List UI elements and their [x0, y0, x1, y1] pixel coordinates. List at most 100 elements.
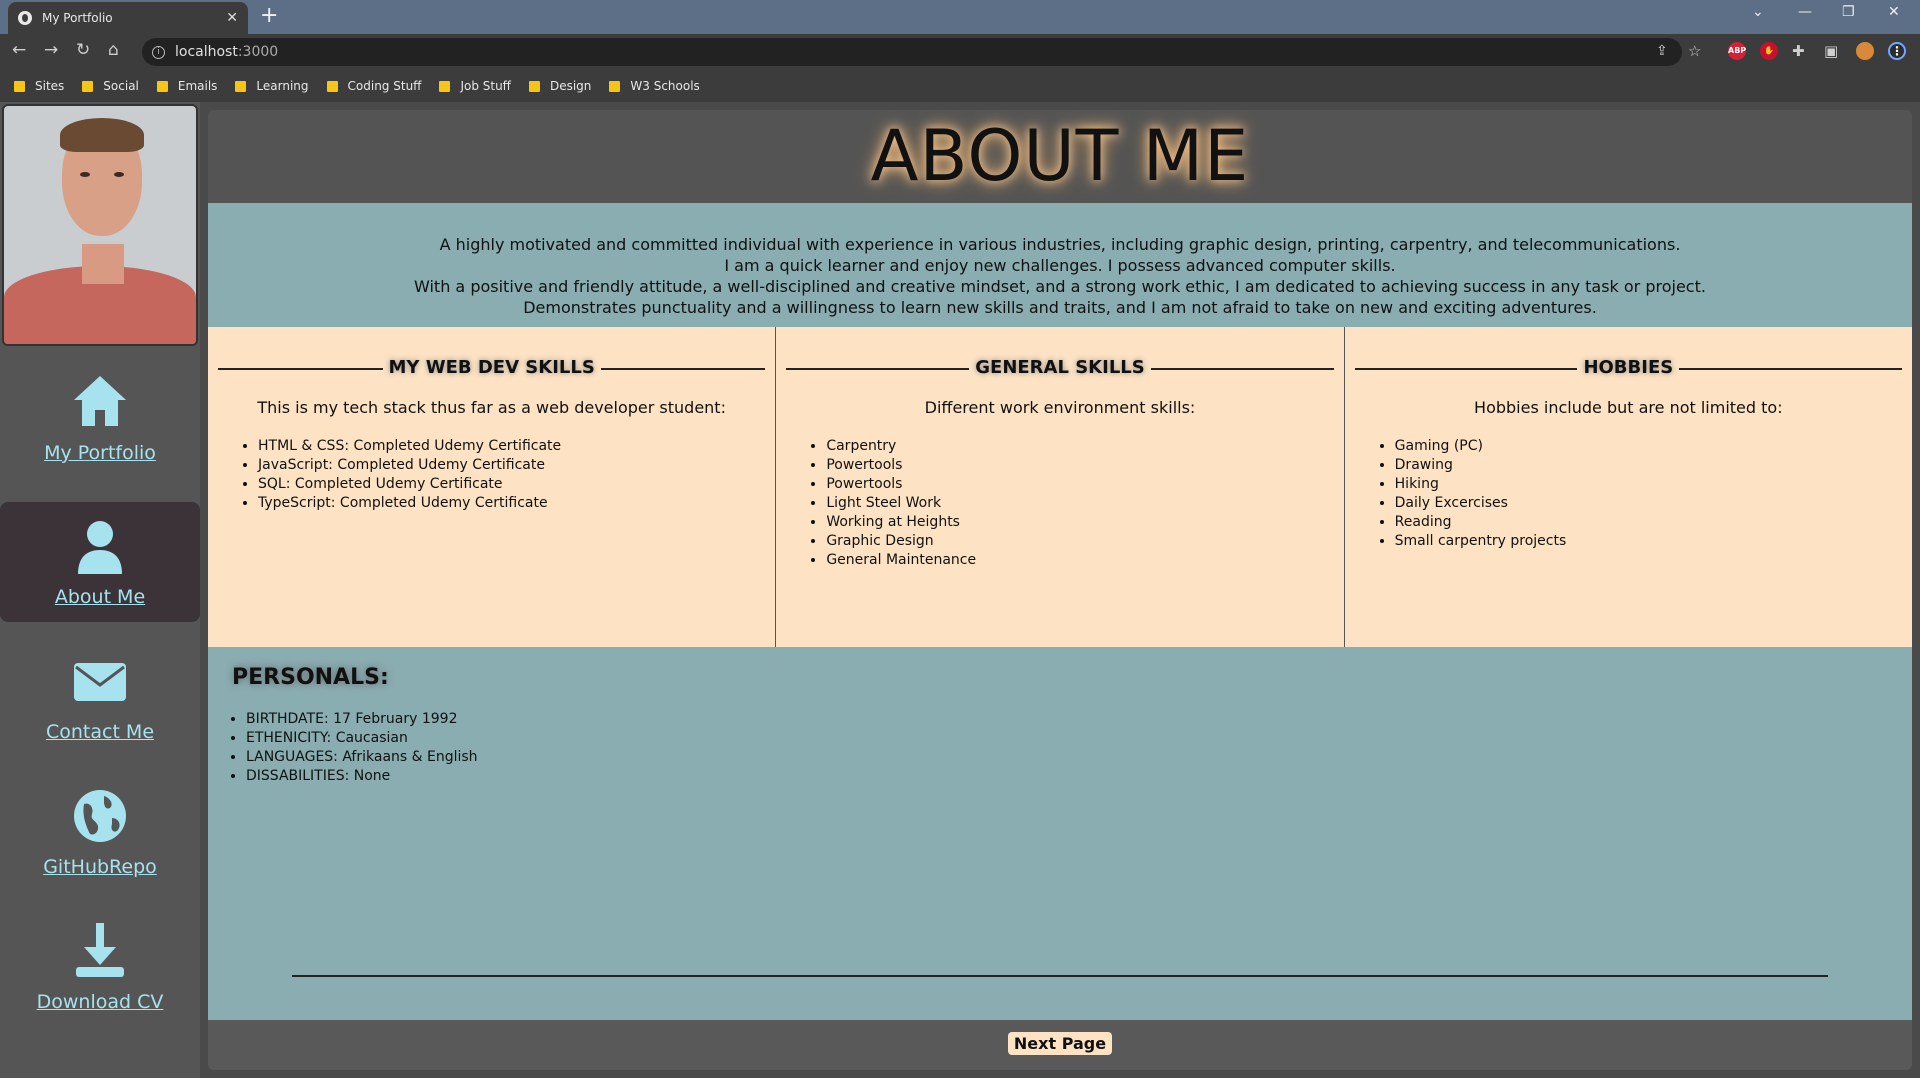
web-dev-skills-column: MY WEB DEV SKILLS This is my tech stack … [208, 327, 777, 647]
folder-icon [14, 80, 25, 92]
page-footer: Next Page [208, 1020, 1912, 1070]
list-item: SQL: Completed Udemy Certificate [258, 475, 765, 494]
minimize-button[interactable]: — [1798, 4, 1812, 20]
browser-tab[interactable]: My Portfolio ✕ [8, 2, 248, 34]
bookmark-label: Design [549, 79, 592, 93]
bookmark-w3-schools[interactable]: W3 Schools [609, 79, 700, 93]
folder-icon [82, 80, 94, 92]
main-content: ABOUT ME A highly motivated and committe… [208, 110, 1912, 1070]
column-subtitle: Hobbies include but are not limited to: [1474, 398, 1783, 417]
intro-line: I am a quick learner and enjoy new chall… [724, 256, 1396, 275]
close-window-button[interactable]: ✕ [1888, 4, 1900, 20]
bookmark-label: Job Stuff [460, 79, 511, 93]
hobbies-column: HOBBIES Hobbies include but are not limi… [1345, 327, 1912, 647]
list-item: Hiking [1395, 475, 1902, 494]
side-panel-icon[interactable]: ▣ [1824, 42, 1838, 60]
restore-button[interactable]: ❐ [1842, 4, 1855, 20]
general-skills-column: GENERAL SKILLS Different work environmen… [776, 327, 1345, 647]
bookmark-design[interactable]: Design [528, 79, 592, 93]
extensions-puzzle-icon[interactable]: ✚ [1792, 42, 1805, 60]
list-item: General Maintenance [826, 551, 1333, 570]
bookmark-label: W3 Schools [630, 79, 700, 93]
folder-icon [326, 80, 338, 92]
column-heading: HOBBIES [1354, 357, 1903, 378]
sidebar-item-label: Download CV [36, 991, 164, 1013]
column-heading: MY WEB DEV SKILLS [218, 357, 766, 378]
list-item: HTML & CSS: Completed Udemy Certificate [258, 437, 765, 456]
bookmark-learning[interactable]: Learning [235, 79, 309, 93]
bookmark-emails[interactable]: Emails [156, 79, 217, 93]
folder-icon [528, 80, 540, 92]
tab-title: My Portfolio [42, 11, 113, 25]
profile-avatar[interactable] [1856, 42, 1874, 60]
tab-search-icon[interactable]: ⌄ [1752, 4, 1764, 20]
bookmark-job-stuff[interactable]: Job Stuff [439, 79, 511, 93]
menu-kebab-icon[interactable]: ⋮ [1888, 42, 1906, 60]
sidebar-item-label: GitHubRepo [43, 856, 157, 878]
folder-icon [235, 80, 247, 92]
column-heading-text: MY WEB DEV SKILLS [382, 357, 601, 378]
sidebar-item-label: About Me [54, 586, 146, 608]
envelope-icon [74, 663, 126, 701]
list-item: Graphic Design [826, 532, 1333, 551]
bookmark-sites[interactable]: Sites [14, 79, 64, 93]
list-item: LANGUAGES: Afrikaans & English [246, 748, 1888, 767]
column-subtitle: This is my tech stack thus far as a web … [257, 398, 726, 417]
bookmark-label: Learning [256, 79, 309, 93]
tab-favicon-icon [18, 11, 32, 25]
sidebar-item-contact-me[interactable]: Contact Me [0, 637, 200, 757]
sidebar-item-githubrepo[interactable]: GitHubRepo [0, 772, 200, 892]
list-item: BIRTHDATE: 17 February 1992 [246, 710, 1888, 729]
home-browser-icon[interactable]: ⌂ [108, 40, 119, 60]
sidebar-item-about-me[interactable]: About Me [0, 502, 200, 622]
column-heading-text: HOBBIES [1577, 357, 1680, 378]
bookmark-social[interactable]: Social [82, 79, 139, 93]
bookmark-star-icon[interactable]: ☆ [1688, 42, 1701, 60]
browser-tab-bar: My Portfolio ✕ + ⌄ — ❐ ✕ [0, 0, 1920, 34]
folder-icon [439, 80, 451, 92]
sidebar-item-label: Contact Me [45, 721, 155, 743]
site-info-icon[interactable]: i [152, 45, 165, 59]
page-header: ABOUT ME [208, 110, 1912, 203]
intro-section: A highly motivated and committed individ… [208, 203, 1912, 327]
skills-list: Carpentry Powertools Powertools Light St… [786, 437, 1333, 570]
bookmark-label: Coding Stuff [347, 79, 422, 93]
sidebar-item-download-cv[interactable]: Download CV [0, 907, 200, 1027]
back-icon[interactable]: ← [12, 40, 26, 60]
intro-line: A highly motivated and committed individ… [439, 235, 1681, 254]
bookmark-label: Social [103, 79, 139, 93]
page-title: ABOUT ME [870, 115, 1250, 197]
tab-close-icon[interactable]: ✕ [226, 10, 238, 26]
list-item: TypeScript: Completed Udemy Certificate [258, 494, 765, 513]
new-tab-button[interactable]: + [260, 5, 278, 27]
list-item: Powertools [826, 475, 1333, 494]
address-bar[interactable]: i localhost:3000 [142, 38, 1682, 66]
next-page-button[interactable]: Next Page [1007, 1032, 1113, 1055]
sidebar-item-my-portfolio[interactable]: My Portfolio [0, 358, 200, 478]
list-item: Light Steel Work [826, 494, 1333, 513]
adblock-extension-icon[interactable]: ABP [1728, 42, 1746, 60]
column-heading-text: GENERAL SKILLS [969, 357, 1151, 378]
list-item: Small carpentry projects [1395, 532, 1902, 551]
personals-section: PERSONALS: BIRTHDATE: 17 February 1992 E… [208, 647, 1912, 1020]
personals-list: BIRTHDATE: 17 February 1992 ETHENICITY: … [232, 710, 1888, 786]
bookmark-label: Sites [35, 79, 65, 93]
photo-eye-left [80, 172, 90, 177]
sidebar: My Portfolio About Me Contact Me GitHubR… [0, 102, 200, 1078]
photo-neck [82, 244, 124, 284]
share-icon[interactable]: ⇪ [1656, 43, 1668, 59]
page: My Portfolio About Me Contact Me GitHubR… [0, 102, 1920, 1078]
forward-icon[interactable]: → [44, 40, 58, 60]
intro-line: Demonstrates punctuality and a willingne… [523, 298, 1597, 317]
list-item: Gaming (PC) [1395, 437, 1902, 456]
bookmark-coding-stuff[interactable]: Coding Stuff [326, 79, 422, 93]
column-heading: GENERAL SKILLS [786, 357, 1334, 378]
reload-icon[interactable]: ↻ [76, 40, 90, 60]
photo-eye-right [114, 172, 124, 177]
list-item: Reading [1395, 513, 1902, 532]
profile-photo [2, 104, 198, 346]
hobbies-list: Gaming (PC) Drawing Hiking Daily Excerci… [1355, 437, 1902, 551]
globe-icon [74, 790, 126, 842]
stop-extension-icon[interactable]: ✋ [1760, 42, 1778, 60]
skills-columns: MY WEB DEV SKILLS This is my tech stack … [208, 327, 1912, 647]
